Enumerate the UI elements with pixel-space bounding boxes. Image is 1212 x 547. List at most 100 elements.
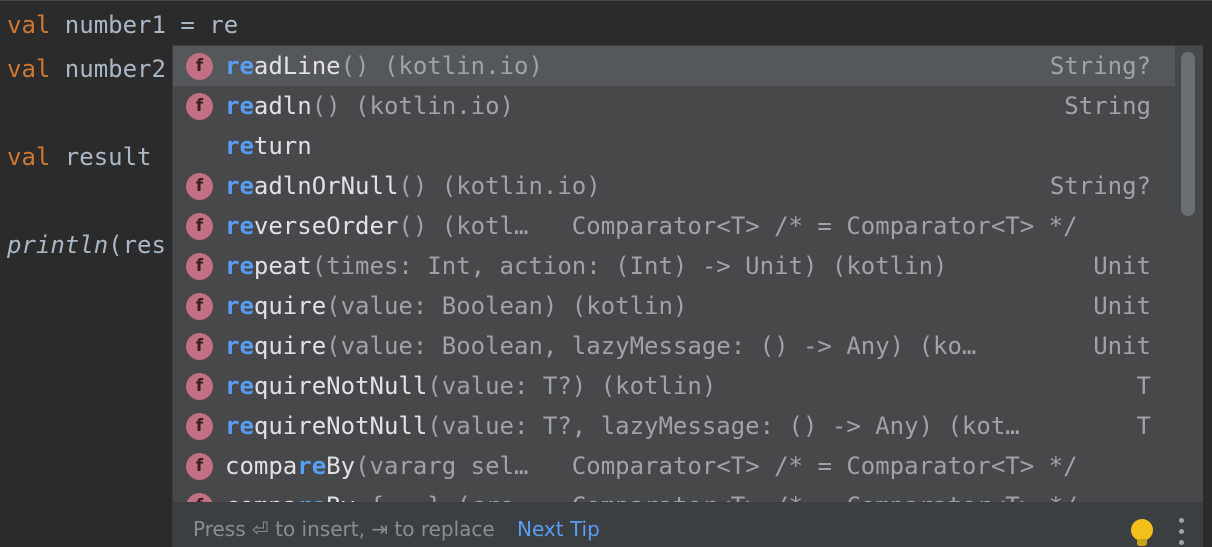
function-icon: f — [186, 173, 213, 200]
label-part-tail: (value: Boolean) (kotlin) — [326, 292, 688, 320]
completion-item[interactable]: f compareBy {...} (cre… Comparator<T> /* … — [173, 486, 1175, 502]
label-part-tail: (times: Int, action: (Int) -> Unit) (kot… — [311, 252, 948, 280]
completion-item-label: readlnOrNull() (kotlin.io) — [225, 166, 601, 206]
label-part-hl: re — [225, 92, 254, 120]
label-part-hl: re — [225, 212, 254, 240]
completion-item-label: compareBy(vararg sel… Comparator<T> /* =… — [225, 446, 1078, 486]
completion-item[interactable]: f require(value: Boolean) (kotlin) Unit — [173, 286, 1175, 326]
label-part-hl: re — [225, 412, 254, 440]
completion-item-label: readLine() (kotlin.io) — [225, 46, 543, 86]
completion-item-label: repeat(times: Int, action: (Int) -> Unit… — [225, 246, 947, 286]
keyword: val — [7, 11, 51, 39]
label-part-tail: () (kotlin.io) — [398, 172, 601, 200]
function-icon: f — [186, 413, 213, 440]
code-line-3[interactable]: val result — [7, 135, 152, 179]
label-part-rest: peat — [253, 252, 312, 280]
completion-item-label: readln() (kotlin.io) — [225, 86, 514, 126]
completion-item[interactable]: f repeat(times: Int, action: (Int) -> Uni… — [173, 246, 1175, 286]
completion-scrollbar[interactable] — [1177, 46, 1199, 502]
label-part-tail: {...} (cre… Comparator<T> /* = Comparato… — [355, 492, 1078, 502]
function-icon: f — [186, 53, 213, 80]
completion-item[interactable]: f readln() (kotlin.io) String — [173, 86, 1175, 126]
completion-item[interactable]: f reverseOrder() (kotl… Comparator<T> /* … — [173, 206, 1175, 246]
completion-item-label: requireNotNull(value: T?) (kotlin) — [225, 366, 716, 406]
code-text: (res — [108, 231, 166, 259]
code-text: number2 — [50, 55, 166, 83]
function-icon: f — [186, 333, 213, 360]
code-line-2[interactable]: val number2 — [7, 47, 166, 91]
label-part-rest: adln — [253, 92, 312, 120]
completion-list: f readLine() (kotlin.io) String? f readln() … — [173, 46, 1175, 502]
function-name: println — [7, 231, 109, 259]
keyword: val — [7, 55, 51, 83]
completion-footer: Press ⏎ to insert, ⇥ to replace Next Tip — [173, 502, 1203, 547]
label-part-hl: re — [225, 332, 254, 360]
label-part-rest: verseOrder — [253, 212, 399, 240]
label-part-tail: (value: T?) (kotlin) — [427, 372, 717, 400]
return-type: T — [1136, 372, 1151, 400]
return-type: String — [1064, 92, 1151, 120]
completion-item[interactable]: f readlnOrNull() (kotlin.io) String? — [173, 166, 1175, 206]
label-part-tail: (value: Boolean, lazyMessage: () -> Any)… — [326, 332, 977, 360]
label-part-rest: By — [326, 452, 356, 480]
lightbulb-base — [1137, 539, 1147, 546]
function-icon: f — [186, 213, 213, 240]
code-line-4[interactable]: println(res — [7, 223, 166, 267]
return-type: Unit — [1093, 332, 1151, 360]
completion-item-label: requireNotNull(value: T?, lazyMessage: (… — [225, 406, 1020, 446]
label-part-hl: re — [225, 52, 254, 80]
label-part-hl: re — [225, 172, 254, 200]
insert-hint: Press ⏎ to insert, ⇥ to replace — [193, 517, 495, 541]
completion-item-label: reverseOrder() (kotl… Comparator<T> /* =… — [225, 206, 1078, 246]
completion-item[interactable]: f requireNotNull(value: T?) (kotlin) T — [173, 366, 1175, 406]
completion-item[interactable]: f readLine() (kotlin.io) String? — [173, 46, 1175, 86]
completion-item[interactable]: f requireNotNull(value: T?, lazyMessage: … — [173, 406, 1175, 446]
editor-top-border — [0, 0, 1212, 1]
next-tip-link[interactable]: Next Tip — [517, 502, 600, 547]
completion-item[interactable]: f compareBy(vararg sel… Comparator<T> /* … — [173, 446, 1175, 486]
label-part-tail: () (kotlin.io) — [340, 52, 543, 80]
function-icon: f — [186, 453, 213, 480]
function-icon: f — [186, 93, 213, 120]
completion-item-label: require(value: Boolean, lazyMessage: () … — [225, 326, 976, 366]
label-part-rest: By — [326, 492, 355, 502]
label-part-rest: adLine — [253, 52, 341, 80]
return-type: Unit — [1093, 252, 1151, 280]
function-icon: f — [186, 373, 213, 400]
return-type: T — [1136, 412, 1151, 440]
label-part-hl: re — [297, 492, 326, 502]
code-text: number1 = re — [50, 11, 239, 39]
code-text: result — [50, 143, 152, 171]
return-type: String? — [1049, 52, 1151, 80]
label-part-rest: quireNotNull — [253, 412, 428, 440]
keyword: val — [7, 143, 51, 171]
completion-item-label: compareBy {...} (cre… Comparator<T> /* =… — [225, 486, 1078, 502]
function-icon: f — [186, 253, 213, 280]
completion-item-label: require(value: Boolean) (kotlin) — [225, 286, 687, 326]
label-part-hl: re — [225, 292, 254, 320]
completion-popup: f readLine() (kotlin.io) String? f readln() … — [172, 45, 1203, 547]
return-type: Unit — [1093, 292, 1151, 320]
lightbulb-icon[interactable] — [1131, 519, 1153, 541]
label-part-tail: (vararg sel… Comparator<T> /* = Comparat… — [355, 452, 1078, 480]
label-part-hl: re — [297, 452, 327, 480]
function-icon: f — [186, 493, 213, 502]
label-part-rest: quire — [253, 332, 327, 360]
scrollbar-thumb[interactable] — [1181, 52, 1195, 216]
function-icon: f — [186, 293, 213, 320]
label-part-pre: compa — [225, 492, 297, 502]
label-part-rest: quireNotNull — [253, 372, 428, 400]
completion-item-label: return — [225, 126, 312, 166]
more-options-icon[interactable] — [1179, 518, 1185, 546]
label-part-hl: re — [225, 132, 254, 160]
completion-item[interactable]: f require(value: Boolean, lazyMessage: ()… — [173, 326, 1175, 366]
label-part-pre: compa — [225, 452, 298, 480]
label-part-hl: re — [225, 372, 254, 400]
label-part-rest: adlnOrNull — [253, 172, 399, 200]
label-part-rest: quire — [253, 292, 327, 320]
label-part-rest: turn — [253, 132, 312, 160]
completion-item[interactable]: return — [173, 126, 1175, 166]
code-line-1[interactable]: val number1 = re — [7, 3, 238, 47]
label-part-hl: re — [225, 252, 254, 280]
return-type: String? — [1049, 172, 1151, 200]
